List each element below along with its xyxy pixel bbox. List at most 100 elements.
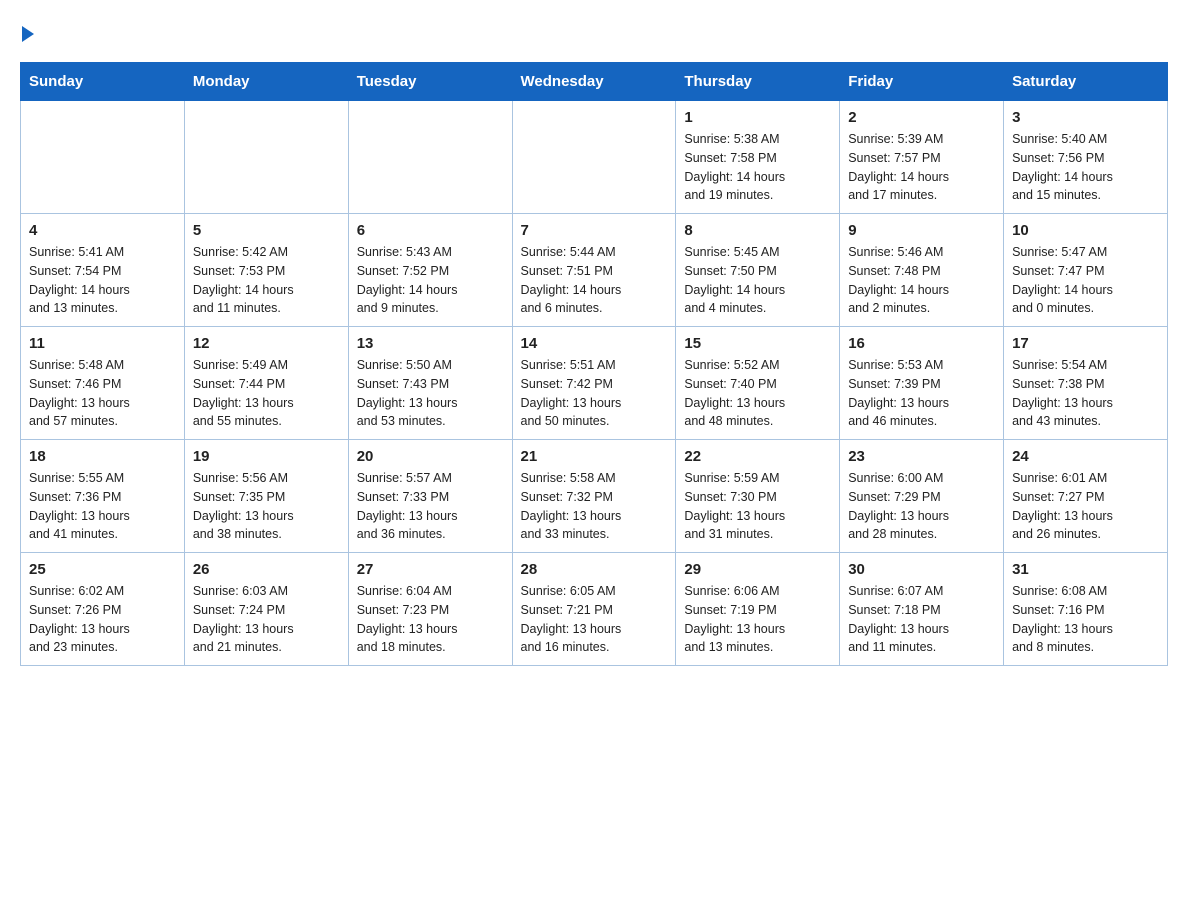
day-info: Sunrise: 5:53 AMSunset: 7:39 PMDaylight:… (848, 356, 995, 431)
calendar-header: SundayMondayTuesdayWednesdayThursdayFrid… (21, 63, 1168, 101)
calendar-cell: 31 Sunrise: 6:08 AMSunset: 7:16 PMDayligh… (1004, 553, 1168, 666)
day-info: Sunrise: 5:43 AMSunset: 7:52 PMDaylight:… (357, 243, 504, 318)
day-info: Sunrise: 6:03 AMSunset: 7:24 PMDaylight:… (193, 582, 340, 657)
weekday-header-saturday: Saturday (1004, 63, 1168, 101)
calendar-cell: 20Sunrise: 5:57 AMSunset: 7:33 PMDayligh… (348, 440, 512, 553)
day-number: 12 (193, 335, 340, 352)
weekday-header-friday: Friday (840, 63, 1004, 101)
calendar-cell: 26 Sunrise: 6:03 AMSunset: 7:24 PMDayligh… (184, 553, 348, 666)
page-header (20, 20, 1168, 42)
day-info: Sunrise: 5:54 AMSunset: 7:38 PMDaylight:… (1012, 356, 1159, 431)
day-info: Sunrise: 6:05 AMSunset: 7:21 PMDaylight:… (521, 582, 668, 657)
day-number: 15 (684, 335, 831, 352)
calendar-cell: 13Sunrise: 5:50 AMSunset: 7:43 PMDayligh… (348, 327, 512, 440)
day-info: Sunrise: 5:41 AMSunset: 7:54 PMDaylight:… (29, 243, 176, 318)
day-info: Sunrise: 5:56 AMSunset: 7:35 PMDaylight:… (193, 469, 340, 544)
calendar-cell: 29 Sunrise: 6:06 AMSunset: 7:19 PMDayligh… (676, 553, 840, 666)
day-info: Sunrise: 5:52 AMSunset: 7:40 PMDaylight:… (684, 356, 831, 431)
calendar-cell: 23Sunrise: 6:00 AMSunset: 7:29 PMDayligh… (840, 440, 1004, 553)
calendar-cell (184, 101, 348, 214)
day-info: Sunrise: 5:58 AMSunset: 7:32 PMDaylight:… (521, 469, 668, 544)
weekday-header-row: SundayMondayTuesdayWednesdayThursdayFrid… (21, 63, 1168, 101)
calendar-week-row: 18Sunrise: 5:55 AMSunset: 7:36 PMDayligh… (21, 440, 1168, 553)
calendar-cell: 3Sunrise: 5:40 AMSunset: 7:56 PMDaylight… (1004, 101, 1168, 214)
day-info: Sunrise: 6:00 AMSunset: 7:29 PMDaylight:… (848, 469, 995, 544)
day-number: 3 (1012, 109, 1159, 126)
calendar-cell (512, 101, 676, 214)
calendar-cell (21, 101, 185, 214)
logo-triangle-icon (22, 26, 34, 42)
calendar-week-row: 25 Sunrise: 6:02 AMSunset: 7:26 PMDayligh… (21, 553, 1168, 666)
day-number: 28 (521, 561, 668, 578)
calendar-cell: 21 Sunrise: 5:58 AMSunset: 7:32 PMDayligh… (512, 440, 676, 553)
day-info: Sunrise: 5:59 AMSunset: 7:30 PMDaylight:… (684, 469, 831, 544)
day-number: 19 (193, 448, 340, 465)
day-info: Sunrise: 5:42 AMSunset: 7:53 PMDaylight:… (193, 243, 340, 318)
calendar-cell: 6 Sunrise: 5:43 AMSunset: 7:52 PMDaylight… (348, 214, 512, 327)
logo (20, 20, 34, 42)
weekday-header-monday: Monday (184, 63, 348, 101)
calendar-cell: 11 Sunrise: 5:48 AMSunset: 7:46 PMDayligh… (21, 327, 185, 440)
day-info: Sunrise: 6:06 AMSunset: 7:19 PMDaylight:… (684, 582, 831, 657)
calendar-week-row: 4Sunrise: 5:41 AMSunset: 7:54 PMDaylight… (21, 214, 1168, 327)
day-number: 26 (193, 561, 340, 578)
calendar-cell: 30Sunrise: 6:07 AMSunset: 7:18 PMDayligh… (840, 553, 1004, 666)
calendar-cell: 10Sunrise: 5:47 AMSunset: 7:47 PMDayligh… (1004, 214, 1168, 327)
calendar-cell: 8 Sunrise: 5:45 AMSunset: 7:50 PMDaylight… (676, 214, 840, 327)
calendar-week-row: 11 Sunrise: 5:48 AMSunset: 7:46 PMDayligh… (21, 327, 1168, 440)
day-number: 13 (357, 335, 504, 352)
calendar-cell: 18Sunrise: 5:55 AMSunset: 7:36 PMDayligh… (21, 440, 185, 553)
weekday-header-sunday: Sunday (21, 63, 185, 101)
calendar-cell: 22 Sunrise: 5:59 AMSunset: 7:30 PMDayligh… (676, 440, 840, 553)
calendar-cell: 28 Sunrise: 6:05 AMSunset: 7:21 PMDayligh… (512, 553, 676, 666)
day-number: 9 (848, 222, 995, 239)
day-number: 31 (1012, 561, 1159, 578)
calendar-week-row: 1Sunrise: 5:38 AMSunset: 7:58 PMDaylight… (21, 101, 1168, 214)
day-info: Sunrise: 5:44 AMSunset: 7:51 PMDaylight:… (521, 243, 668, 318)
day-number: 17 (1012, 335, 1159, 352)
day-number: 27 (357, 561, 504, 578)
calendar-cell (348, 101, 512, 214)
day-number: 8 (684, 222, 831, 239)
day-number: 2 (848, 109, 995, 126)
calendar-cell: 14 Sunrise: 5:51 AMSunset: 7:42 PMDayligh… (512, 327, 676, 440)
calendar-cell: 15 Sunrise: 5:52 AMSunset: 7:40 PMDayligh… (676, 327, 840, 440)
day-info: Sunrise: 5:45 AMSunset: 7:50 PMDaylight:… (684, 243, 831, 318)
day-info: Sunrise: 5:51 AMSunset: 7:42 PMDaylight:… (521, 356, 668, 431)
calendar-cell: 24 Sunrise: 6:01 AMSunset: 7:27 PMDayligh… (1004, 440, 1168, 553)
weekday-header-wednesday: Wednesday (512, 63, 676, 101)
calendar-cell: 16 Sunrise: 5:53 AMSunset: 7:39 PMDayligh… (840, 327, 1004, 440)
calendar-cell: 9 Sunrise: 5:46 AMSunset: 7:48 PMDaylight… (840, 214, 1004, 327)
day-number: 6 (357, 222, 504, 239)
day-info: Sunrise: 5:46 AMSunset: 7:48 PMDaylight:… (848, 243, 995, 318)
day-number: 29 (684, 561, 831, 578)
day-info: Sunrise: 6:08 AMSunset: 7:16 PMDaylight:… (1012, 582, 1159, 657)
day-number: 22 (684, 448, 831, 465)
day-number: 1 (684, 109, 831, 126)
day-number: 10 (1012, 222, 1159, 239)
calendar-cell: 2 Sunrise: 5:39 AMSunset: 7:57 PMDaylight… (840, 101, 1004, 214)
day-info: Sunrise: 5:48 AMSunset: 7:46 PMDaylight:… (29, 356, 176, 431)
calendar-table: SundayMondayTuesdayWednesdayThursdayFrid… (20, 62, 1168, 666)
day-number: 16 (848, 335, 995, 352)
day-number: 24 (1012, 448, 1159, 465)
calendar-cell: 19 Sunrise: 5:56 AMSunset: 7:35 PMDayligh… (184, 440, 348, 553)
day-number: 14 (521, 335, 668, 352)
day-info: Sunrise: 6:01 AMSunset: 7:27 PMDaylight:… (1012, 469, 1159, 544)
day-number: 11 (29, 335, 176, 352)
calendar-cell: 7 Sunrise: 5:44 AMSunset: 7:51 PMDaylight… (512, 214, 676, 327)
calendar-cell: 4Sunrise: 5:41 AMSunset: 7:54 PMDaylight… (21, 214, 185, 327)
day-info: Sunrise: 6:07 AMSunset: 7:18 PMDaylight:… (848, 582, 995, 657)
calendar-cell: 25 Sunrise: 6:02 AMSunset: 7:26 PMDayligh… (21, 553, 185, 666)
calendar-cell: 5Sunrise: 5:42 AMSunset: 7:53 PMDaylight… (184, 214, 348, 327)
day-info: Sunrise: 6:02 AMSunset: 7:26 PMDaylight:… (29, 582, 176, 657)
calendar-cell: 12 Sunrise: 5:49 AMSunset: 7:44 PMDayligh… (184, 327, 348, 440)
calendar-cell: 17 Sunrise: 5:54 AMSunset: 7:38 PMDayligh… (1004, 327, 1168, 440)
day-number: 21 (521, 448, 668, 465)
day-info: Sunrise: 5:49 AMSunset: 7:44 PMDaylight:… (193, 356, 340, 431)
day-info: Sunrise: 5:57 AMSunset: 7:33 PMDaylight:… (357, 469, 504, 544)
weekday-header-tuesday: Tuesday (348, 63, 512, 101)
day-number: 7 (521, 222, 668, 239)
day-info: Sunrise: 5:39 AMSunset: 7:57 PMDaylight:… (848, 130, 995, 205)
day-number: 25 (29, 561, 176, 578)
